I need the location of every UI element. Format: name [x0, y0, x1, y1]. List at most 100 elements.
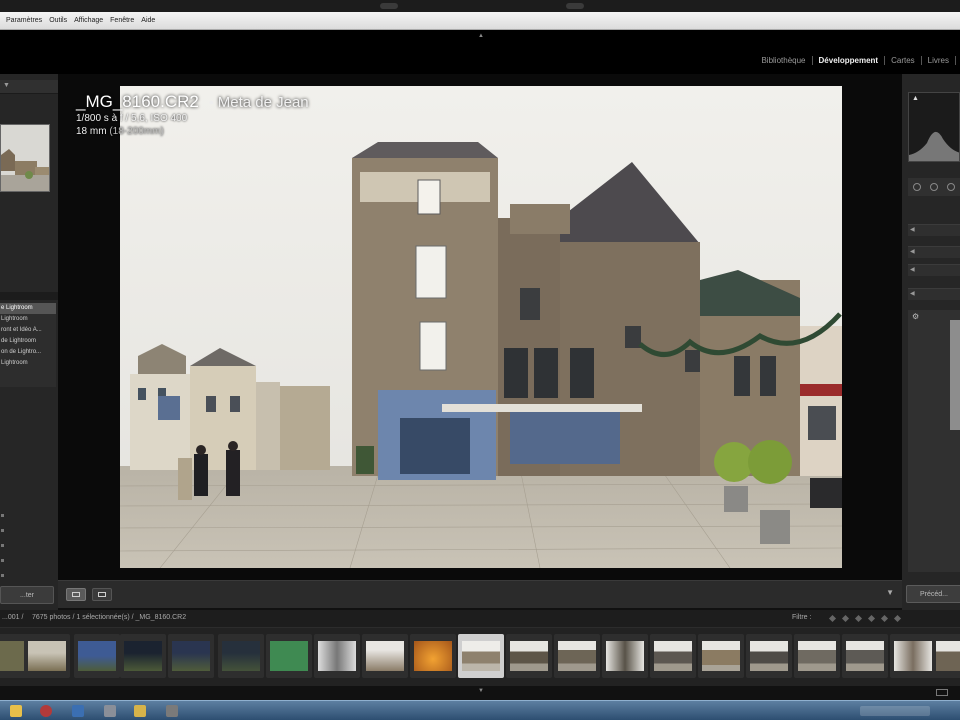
star-icon[interactable]	[867, 614, 875, 623]
filmstrip-thumb[interactable]	[24, 634, 70, 678]
image-info-overlay: _MG_8160.CR2 • Meta de Jean 1/800 s à f …	[76, 92, 309, 138]
filmstrip-thumb[interactable]	[74, 634, 120, 678]
filmstrip-thumb[interactable]	[120, 634, 166, 678]
main-photo[interactable]	[120, 86, 842, 568]
loupe-view-icon	[72, 592, 80, 597]
module-livres[interactable]: Livres	[922, 56, 955, 65]
star-icon[interactable]	[841, 614, 849, 623]
filmstrip-thumb[interactable]	[602, 634, 648, 678]
app-icon[interactable]	[104, 705, 116, 717]
panel-section-header[interactable]: ◀	[908, 288, 960, 300]
rating-filter[interactable]	[828, 614, 906, 623]
star-icon[interactable]	[828, 614, 837, 623]
app-icon[interactable]	[166, 705, 178, 717]
filmstrip-source[interactable]: ...001 /	[2, 614, 23, 621]
histogram[interactable]: ▲	[908, 92, 960, 162]
thumb-image	[846, 641, 884, 671]
filmstrip-thumb[interactable]	[266, 634, 312, 678]
thumb-image	[366, 641, 404, 671]
street-scene-image	[120, 86, 842, 568]
filmstrip-thumb[interactable]	[218, 634, 264, 678]
filmstrip-thumb[interactable]	[410, 634, 456, 678]
identity-plate: Bibliothèque Développement Cartes Livres	[0, 44, 960, 74]
preset-item[interactable]: on de Lightro...	[0, 347, 56, 358]
left-panel: ▼ e Lightroom Lightroom ront et Idéo A..…	[0, 74, 58, 610]
panel-scroll-edge[interactable]	[950, 320, 960, 430]
module-cartes[interactable]: Cartes	[885, 56, 921, 65]
menu-affichage[interactable]: Affichage	[74, 17, 103, 24]
browser-icon[interactable]	[40, 705, 52, 717]
resize-grip-icon[interactable]	[936, 689, 948, 696]
menu-fenetre[interactable]: Fenêtre	[110, 17, 134, 24]
title-strip	[0, 0, 960, 12]
top-panel-toggle-icon[interactable]: ▲	[478, 33, 484, 39]
filename-label: _MG_8160.CR2	[76, 92, 199, 111]
app-icon[interactable]	[72, 705, 84, 717]
metadata-preset-label: Meta de Jean	[217, 94, 309, 111]
menu-outils[interactable]: Outils	[49, 17, 67, 24]
copy-button[interactable]: ...ter	[0, 586, 54, 604]
star-icon[interactable]	[880, 614, 888, 623]
menu-bar: Paramètres Outils Affichage Fenêtre Aide	[0, 12, 960, 30]
before-after-button[interactable]	[92, 588, 112, 601]
preset-item[interactable]: Lightroom	[0, 358, 56, 369]
panel-section-header[interactable]: ◀	[908, 246, 960, 258]
triangle-icon: ◀	[910, 291, 915, 297]
loupe-view-button[interactable]	[66, 588, 86, 601]
tool-strip	[908, 178, 960, 196]
filmstrip-thumb[interactable]	[506, 634, 552, 678]
filmstrip-thumb-selected[interactable]	[458, 634, 504, 678]
filmstrip-thumb[interactable]	[932, 634, 960, 678]
module-divider	[955, 56, 956, 65]
filmstrip-count[interactable]: 7675 photos / 1 sélectionnée(s) / _MG_81…	[32, 614, 186, 621]
star-icon[interactable]	[893, 614, 901, 623]
preset-item[interactable]: e Lightroom	[0, 303, 56, 314]
crop-tool-icon[interactable]	[912, 183, 921, 191]
triangle-icon: ▼	[3, 82, 10, 89]
lightroom-window: Paramètres Outils Affichage Fenêtre Aide…	[0, 0, 960, 720]
previous-button[interactable]: Précéd...	[906, 585, 960, 603]
redeye-tool-icon[interactable]	[947, 183, 956, 191]
thumb-image	[28, 641, 66, 671]
thumb-image	[798, 641, 836, 671]
chevron-down-icon[interactable]: ▼	[886, 588, 894, 597]
top-panel-toggle-bar: ▲	[0, 30, 960, 44]
filmstrip-thumb[interactable]	[890, 634, 936, 678]
navigator-header[interactable]: ▼	[0, 80, 58, 94]
filmstrip-thumb[interactable]	[554, 634, 600, 678]
folder-icon[interactable]	[10, 705, 22, 717]
module-bibliotheque[interactable]: Bibliothèque	[755, 56, 811, 65]
thumb-image	[78, 641, 116, 671]
gear-icon[interactable]: ⚙	[912, 312, 919, 321]
panel-section-header[interactable]: ◀	[908, 264, 960, 276]
preset-item[interactable]: Lightroom	[0, 314, 56, 325]
preset-item[interactable]: ront et Idéo A...	[0, 325, 56, 336]
bottom-panel-toggle-icon[interactable]: ▼	[478, 688, 484, 694]
module-picker: Bibliothèque Développement Cartes Livres	[755, 56, 956, 65]
panel-section-header[interactable]: ◀	[908, 224, 960, 236]
filmstrip-thumb[interactable]	[168, 634, 214, 678]
spot-removal-icon[interactable]	[929, 183, 938, 191]
filmstrip-thumb[interactable]	[794, 634, 840, 678]
thumb-image	[222, 641, 260, 671]
filmstrip-thumb[interactable]	[362, 634, 408, 678]
info-title-row: _MG_8160.CR2 • Meta de Jean	[76, 92, 309, 112]
bottom-panel-toggle-bar: ▼	[0, 686, 960, 700]
menu-aide[interactable]: Aide	[141, 17, 155, 24]
adjustments-panel: ⚙	[908, 310, 960, 572]
panel-markers	[0, 514, 6, 594]
lens-info: 18 mm (18-200mm)	[76, 125, 309, 138]
filmstrip-thumb[interactable]	[746, 634, 792, 678]
navigator-preview[interactable]	[0, 124, 50, 192]
filmstrip-thumb[interactable]	[698, 634, 744, 678]
filmstrip-thumb[interactable]	[314, 634, 360, 678]
toolbar: ▼	[58, 580, 902, 608]
tray-area[interactable]	[860, 706, 930, 716]
filmstrip-thumb[interactable]	[842, 634, 888, 678]
preset-item[interactable]: de Lightroom	[0, 336, 56, 347]
menu-parametres[interactable]: Paramètres	[6, 17, 42, 24]
module-developpement[interactable]: Développement	[813, 56, 885, 65]
star-icon[interactable]	[854, 614, 862, 623]
filmstrip-thumb[interactable]	[650, 634, 696, 678]
app-icon[interactable]	[134, 705, 146, 717]
